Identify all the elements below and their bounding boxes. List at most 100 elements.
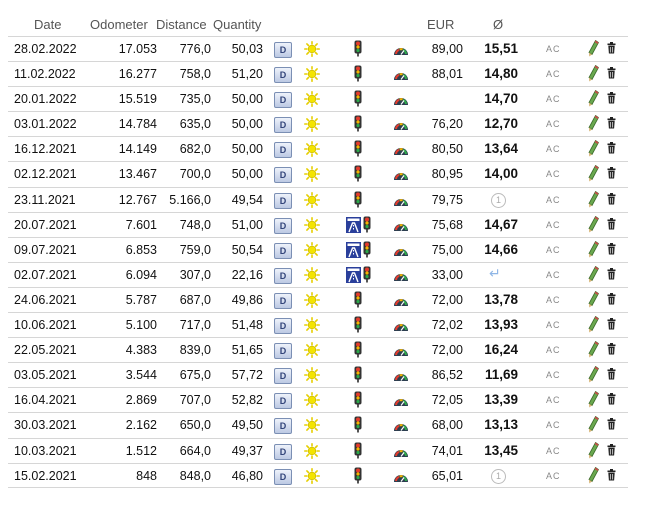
table-row[interactable]: 11.02.2022 16.277 758,0 51,20 D 88,01 14,80 AC [8,61,628,86]
sunny-weather-icon [304,342,320,361]
row-odometer: 5.787 [125,292,157,307]
trash-delete-icon[interactable] [607,292,616,308]
trash-delete-icon[interactable] [607,418,616,433]
table-row[interactable]: 15.02.2021 848 848,0 46,80 D 65,01 1 AC [8,462,628,488]
table-row[interactable]: 20.07.2021 7.601 748,0 51,00 D 75,68 14,67 AC [8,211,628,237]
pencil-edit-icon[interactable] [588,65,600,85]
pencil-edit-icon[interactable] [588,115,600,135]
trash-delete-icon[interactable] [607,242,616,258]
pencil-edit-icon[interactable] [588,290,600,311]
pencil-edit-icon[interactable] [588,90,600,110]
traffic-light-icon [363,216,371,236]
row-distance: 675,0 [179,368,211,383]
row-quantity: 51,20 [231,67,263,82]
fuel-type-icon: D [274,443,292,460]
pencil-edit-icon[interactable] [588,466,600,487]
header-eur[interactable]: EUR [427,17,454,32]
table-row[interactable]: 20.01.2022 15.519 735,0 50,00 D 14,70 AC [8,86,628,111]
row-distance: 700,0 [179,167,211,182]
header-distance[interactable]: Distance [156,17,207,32]
table-row[interactable]: 28.02.2022 17.053 776,0 50,03 D 89,00 15,51 AC [8,36,628,61]
header-avg-consumption[interactable]: Ø [493,17,503,32]
trash-delete-icon[interactable] [607,192,616,208]
traffic-light-icon [354,442,362,462]
row-consumption: 14,80 [484,66,518,82]
pencil-edit-icon[interactable] [588,165,600,185]
row-quantity: 50,00 [231,92,263,107]
trash-delete-icon[interactable] [607,42,616,57]
table-row[interactable]: 03.05.2021 3.544 675,0 57,72 D 86,52 11,69 AC [8,362,628,387]
row-eur: 80,50 [431,142,463,157]
trash-delete-icon[interactable] [607,318,616,333]
table-row[interactable]: 16.04.2021 2.869 707,0 52,82 D 72,05 13,39 AC [8,387,628,412]
table-row[interactable]: 03.01.2022 14.784 635,0 50,00 D 76,20 12,70 AC [8,111,628,136]
table-row[interactable]: 10.03.2021 1.512 664,0 49,37 D 74,01 13,45 AC [8,437,628,463]
trash-delete-icon[interactable] [607,92,616,107]
row-distance: 687,0 [179,292,211,307]
highway-icon [346,241,361,258]
trash-delete-icon[interactable] [607,468,616,484]
fuel-log-rows: 28.02.2022 17.053 776,0 50,03 D 89,00 15,51 AC 1… [8,36,628,488]
trash-delete-icon[interactable] [607,217,616,233]
trash-delete-icon[interactable] [607,167,616,182]
trash-delete-icon[interactable] [607,117,616,132]
trash-delete-icon[interactable] [607,443,616,459]
table-row[interactable]: 02.07.2021 6.094 307,0 22,16 D 33,00 ↵ AC [8,261,628,287]
row-quantity: 22,16 [231,267,263,282]
row-consumption: 14,70 [484,91,518,107]
row-consumption: 14,67 [484,216,518,232]
table-row[interactable]: 22.05.2021 4.383 839,0 51,65 D 72,00 16,24 AC [8,337,628,362]
pencil-edit-icon[interactable] [588,240,600,261]
fuel-type-icon: D [274,418,292,435]
row-odometer: 4.383 [125,343,157,358]
header-quantity[interactable]: Quantity [213,17,261,32]
row-eur: 72,05 [431,393,463,408]
trash-delete-icon[interactable] [607,343,616,358]
row-eur: 88,01 [431,67,463,82]
pencil-edit-icon[interactable] [588,140,600,160]
traffic-light-icon [354,416,362,436]
pencil-edit-icon[interactable] [588,215,600,236]
trash-delete-icon[interactable] [607,368,616,383]
row-odometer: 14.784 [118,117,157,132]
pencil-edit-icon[interactable] [588,441,600,462]
ac-icon: AC [546,445,561,456]
pencil-edit-icon[interactable] [588,265,600,286]
trash-delete-icon[interactable] [607,67,616,82]
table-row[interactable]: 09.07.2021 6.853 759,0 50,54 D 75,00 14,66 AC [8,236,628,262]
row-odometer: 12.767 [118,192,157,207]
row-quantity: 50,00 [231,167,263,182]
pencil-edit-icon[interactable] [588,315,600,336]
pencil-edit-icon[interactable] [588,366,600,386]
fuel-type-icon: D [274,192,292,209]
table-row[interactable]: 23.11.2021 12.767 5.166,0 49,54 D 79,75 1 AC [8,186,628,212]
row-distance: 758,0 [179,67,211,82]
trash-delete-icon[interactable] [607,142,616,157]
header-date[interactable]: Date [34,17,61,32]
pencil-edit-icon[interactable] [588,391,600,411]
trash-delete-icon[interactable] [607,267,616,283]
pencil-edit-icon[interactable] [588,39,600,60]
row-quantity: 51,48 [231,318,263,333]
row-consumption: 12,70 [484,116,518,132]
sunny-weather-icon [304,91,320,110]
row-distance: 707,0 [179,393,211,408]
header-odometer[interactable]: Odometer [90,17,148,32]
row-quantity: 51,00 [231,217,263,232]
table-row[interactable]: 24.06.2021 5.787 687,0 49,86 D 72,00 13,78 AC [8,286,628,312]
row-eur: 75,68 [431,217,463,232]
pencil-edit-icon[interactable] [588,341,600,361]
traffic-light-icon [354,467,362,487]
ac-icon: AC [546,69,561,80]
table-row[interactable]: 16.12.2021 14.149 682,0 50,00 D 80,50 13,64 AC [8,136,628,161]
table-row[interactable]: 10.06.2021 5.100 717,0 51,48 D 72,02 13,93 AC [8,312,628,337]
pencil-edit-icon[interactable] [588,190,600,211]
pencil-edit-icon[interactable] [588,416,600,436]
fuel-type-icon: D [274,318,292,335]
row-consumption: 15,51 [484,41,518,56]
table-row[interactable]: 02.12.2021 13.467 700,0 50,00 D 80,95 14,00 AC [8,161,628,186]
table-row[interactable]: 30.03.2021 2.162 650,0 49,50 D 68,00 13,13 AC [8,412,628,437]
trash-delete-icon[interactable] [607,393,616,408]
row-consumption: 13,39 [484,392,518,408]
sunny-weather-icon [304,291,320,311]
